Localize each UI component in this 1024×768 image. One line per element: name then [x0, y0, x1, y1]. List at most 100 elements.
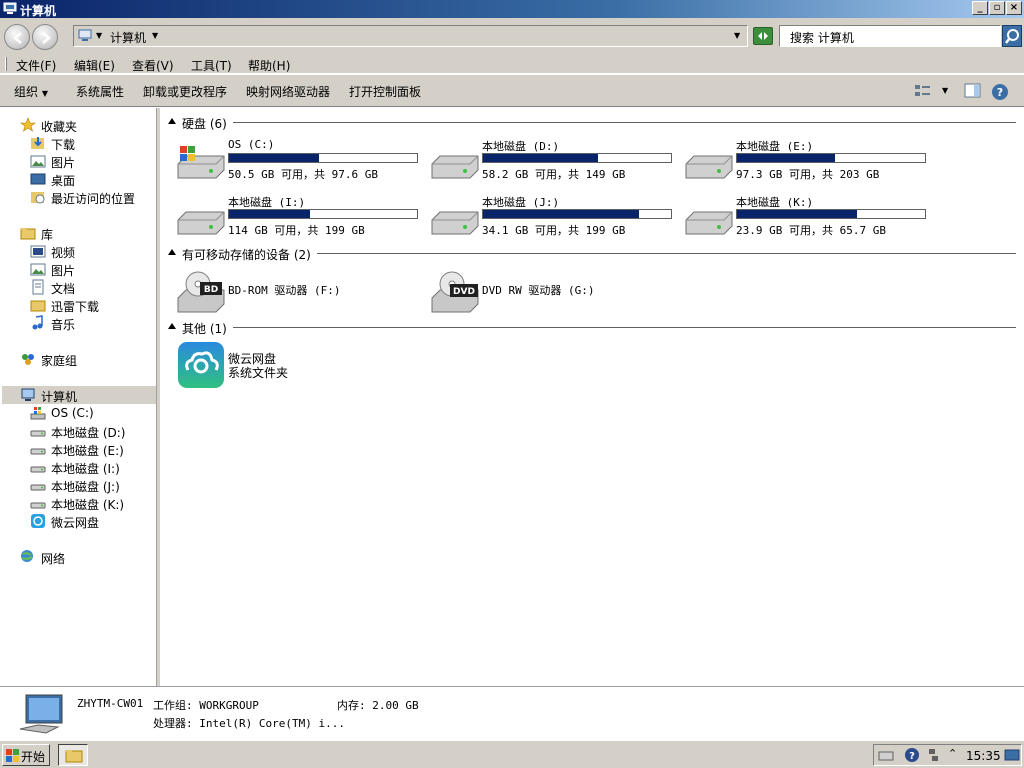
collapse-arrow-icon[interactable] [168, 118, 176, 124]
network-tray-icon[interactable] [928, 748, 940, 762]
drive-usage-bar [482, 209, 672, 219]
drive-name: OS (C:) [228, 138, 275, 151]
drive-item[interactable]: 本地磁盘 (I:) 114 GB 可用，共 199 GB [176, 194, 426, 242]
menu-file[interactable]: 文件(F) [16, 57, 56, 74]
nav-homegroup-label: 家庭组 [41, 354, 78, 368]
navigation-pane: 收藏夹 下载 图片 桌面 最近访问的位置 库 视频 图片 文档 迅雷下载 音乐 [0, 108, 157, 686]
preview-pane-icon[interactable] [964, 83, 982, 99]
star-icon [20, 117, 36, 132]
pictures-icon [30, 155, 46, 168]
back-button[interactable] [4, 24, 30, 50]
drive-usage-bar [736, 209, 926, 219]
nav-drive-e-label: 本地磁盘 (E:) [51, 444, 124, 458]
nav-desktop-label: 桌面 [51, 174, 76, 188]
library-icon [20, 228, 36, 240]
show-hidden-icons-icon[interactable]: ⌃ [948, 747, 957, 760]
drive-item-bd-rom[interactable]: BD BD-ROM 驱动器 (F:) [176, 266, 426, 314]
nav-recent-label: 最近访问的位置 [51, 192, 136, 206]
hard-drive-icon [431, 211, 479, 235]
group-header-hard-disks[interactable]: 硬盘 (6) [168, 114, 1016, 132]
search-input[interactable]: 搜索 计算机 [779, 25, 1001, 47]
group-header-removable[interactable]: 有可移动存储的设备 (2) [168, 245, 1016, 263]
hard-drive-icon [30, 502, 46, 509]
svg-text:?: ? [997, 86, 1003, 99]
view-options-icon[interactable] [914, 83, 932, 99]
keyboard-icon[interactable] [878, 748, 894, 762]
pictures-icon [30, 263, 46, 276]
system-drive-icon [30, 407, 46, 420]
hard-drive-icon [685, 211, 733, 235]
hard-drive-icon [431, 155, 479, 179]
drive-usage-fill [229, 210, 310, 218]
hard-drive-icon [30, 466, 46, 473]
show-desktop-icon[interactable] [1004, 749, 1020, 762]
search-button[interactable] [1002, 25, 1022, 47]
weiyun-app-icon [178, 342, 224, 388]
drive-item[interactable]: 本地磁盘 (K:) 23.9 GB 可用，共 65.7 GB [684, 194, 934, 242]
organize-label: 组织 [14, 85, 39, 99]
breadcrumb-chevron-icon[interactable]: ▼ [96, 31, 102, 40]
address-field[interactable]: ▼ 计算机 ▼ ▼ [73, 25, 748, 47]
menu-tools[interactable]: 工具(T) [191, 57, 232, 74]
drive-name: DVD RW 驱动器 (G:) [482, 284, 595, 297]
nav-drive-c-label: OS (C:) [51, 406, 94, 420]
organize-button[interactable]: 组织 ▼ [14, 83, 48, 100]
start-button[interactable]: 开始 [2, 744, 50, 766]
drive-usage-bar [736, 153, 926, 163]
memory: 内存: 2.00 GB [337, 699, 419, 712]
clock[interactable]: 15:35 [966, 749, 1001, 763]
drive-item-dvd-rw[interactable]: DVD DVD RW 驱动器 (G:) [430, 266, 680, 314]
address-dropdown-icon[interactable]: ▼ [734, 31, 740, 40]
minimize-button[interactable]: _ [972, 1, 988, 15]
uninstall-program-button[interactable]: 卸载或更改程序 [143, 83, 227, 100]
hard-drive-icon [177, 211, 225, 235]
start-label: 开始 [21, 750, 46, 764]
system-properties-button[interactable]: 系统属性 [76, 83, 124, 100]
forward-button[interactable] [32, 24, 58, 50]
details-pane: ZHYTM-CW01 工作组: WORKGROUP 内存: 2.00 GB 处理… [0, 686, 1024, 740]
group-header-other[interactable]: 其他 (1) [168, 319, 1016, 337]
group-title: 硬盘 (6) [182, 115, 233, 132]
computer-icon [78, 29, 92, 41]
view-dropdown-icon[interactable]: ▼ [942, 86, 948, 95]
drive-free-space: 97.3 GB 可用，共 203 GB [736, 168, 880, 181]
weiyun-item[interactable]: 微云网盘 系统文件夹 [176, 340, 426, 388]
refresh-button[interactable] [753, 27, 773, 45]
group-title: 有可移动存储的设备 (2) [182, 246, 317, 263]
menu-help[interactable]: 帮助(H) [248, 57, 290, 74]
open-control-panel-button[interactable]: 打开控制面板 [349, 83, 421, 100]
close-button[interactable]: × [1006, 1, 1022, 15]
drive-free-space: 58.2 GB 可用，共 149 GB [482, 168, 626, 181]
menu-view[interactable]: 查看(V) [132, 57, 174, 74]
nav-library-pictures-label: 图片 [51, 264, 76, 278]
nav-network-label: 网络 [41, 552, 66, 566]
folder-icon [30, 300, 46, 312]
taskbar-explorer-button[interactable] [58, 744, 88, 766]
breadcrumb-computer[interactable]: 计算机 [110, 29, 146, 46]
svg-text:?: ? [909, 751, 915, 762]
nav-computer-label: 计算机 [41, 390, 78, 404]
collapse-arrow-icon[interactable] [168, 249, 176, 255]
drive-item[interactable]: 本地磁盘 (J:) 34.1 GB 可用，共 199 GB [430, 194, 680, 242]
drive-item[interactable]: 本地磁盘 (E:) 97.3 GB 可用，共 203 GB [684, 138, 934, 186]
hard-drive-icon [30, 484, 46, 491]
drive-usage-bar [482, 153, 672, 163]
help-icon[interactable]: ? [991, 83, 1009, 101]
map-network-drive-button[interactable]: 映射网络驱动器 [246, 83, 330, 100]
breadcrumb-chevron-icon[interactable]: ▼ [152, 31, 158, 40]
drive-name: 本地磁盘 (J:) [482, 196, 560, 209]
collapse-arrow-icon[interactable] [168, 323, 176, 329]
help-icon[interactable]: ? [904, 747, 920, 763]
group-divider [182, 122, 1016, 123]
drive-item[interactable]: 本地磁盘 (D:) 58.2 GB 可用，共 149 GB [430, 138, 680, 186]
hard-drive-icon [30, 430, 46, 437]
drive-name: 本地磁盘 (E:) [736, 140, 814, 153]
drive-free-space: 114 GB 可用，共 199 GB [228, 224, 365, 237]
maximize-button[interactable]: ▫ [989, 1, 1005, 15]
recent-places-icon [31, 192, 45, 204]
menu-edit[interactable]: 编辑(E) [74, 57, 115, 74]
drive-item[interactable]: OS (C:) 50.5 GB 可用，共 97.6 GB [176, 138, 426, 186]
nav-music-label: 音乐 [51, 318, 76, 332]
nav-xunlei-label: 迅雷下载 [51, 300, 100, 314]
drive-usage-bar [228, 153, 418, 163]
